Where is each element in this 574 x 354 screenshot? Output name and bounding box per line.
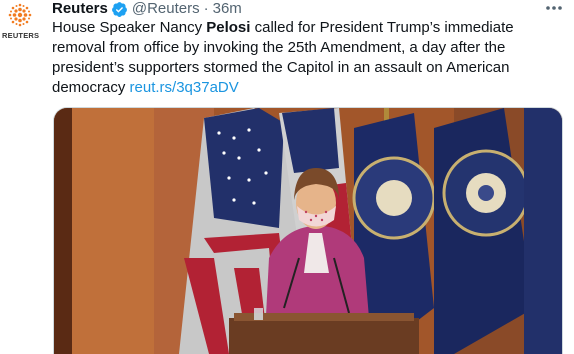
separator-dot: · — [203, 0, 209, 17]
tweet-text-part: House Speaker Nancy — [52, 19, 207, 36]
tweet-timestamp[interactable]: 36m — [213, 0, 242, 18]
account-handle[interactable]: @Reuters — [132, 0, 200, 18]
tweet-media-video[interactable] — [53, 107, 563, 354]
avatar-logo-text: REUTERS — [2, 31, 40, 40]
tweet-text: House Speaker Nancy Pelosi called for Pr… — [52, 18, 557, 98]
reuters-logo-icon — [8, 3, 32, 27]
tweet-header: Reuters @Reuters · 36m — [52, 0, 242, 18]
tweet-link[interactable]: reut.rs/3q37aDV — [130, 79, 239, 96]
tweet-text-highlight: Pelosi — [206, 19, 251, 36]
avatar[interactable]: REUTERS — [0, 0, 40, 44]
verified-badge-icon — [111, 1, 128, 18]
video-frame-icon — [54, 108, 562, 354]
more-options-icon — [546, 6, 562, 10]
more-options-button[interactable] — [542, 0, 566, 16]
account-name[interactable]: Reuters — [52, 0, 108, 18]
